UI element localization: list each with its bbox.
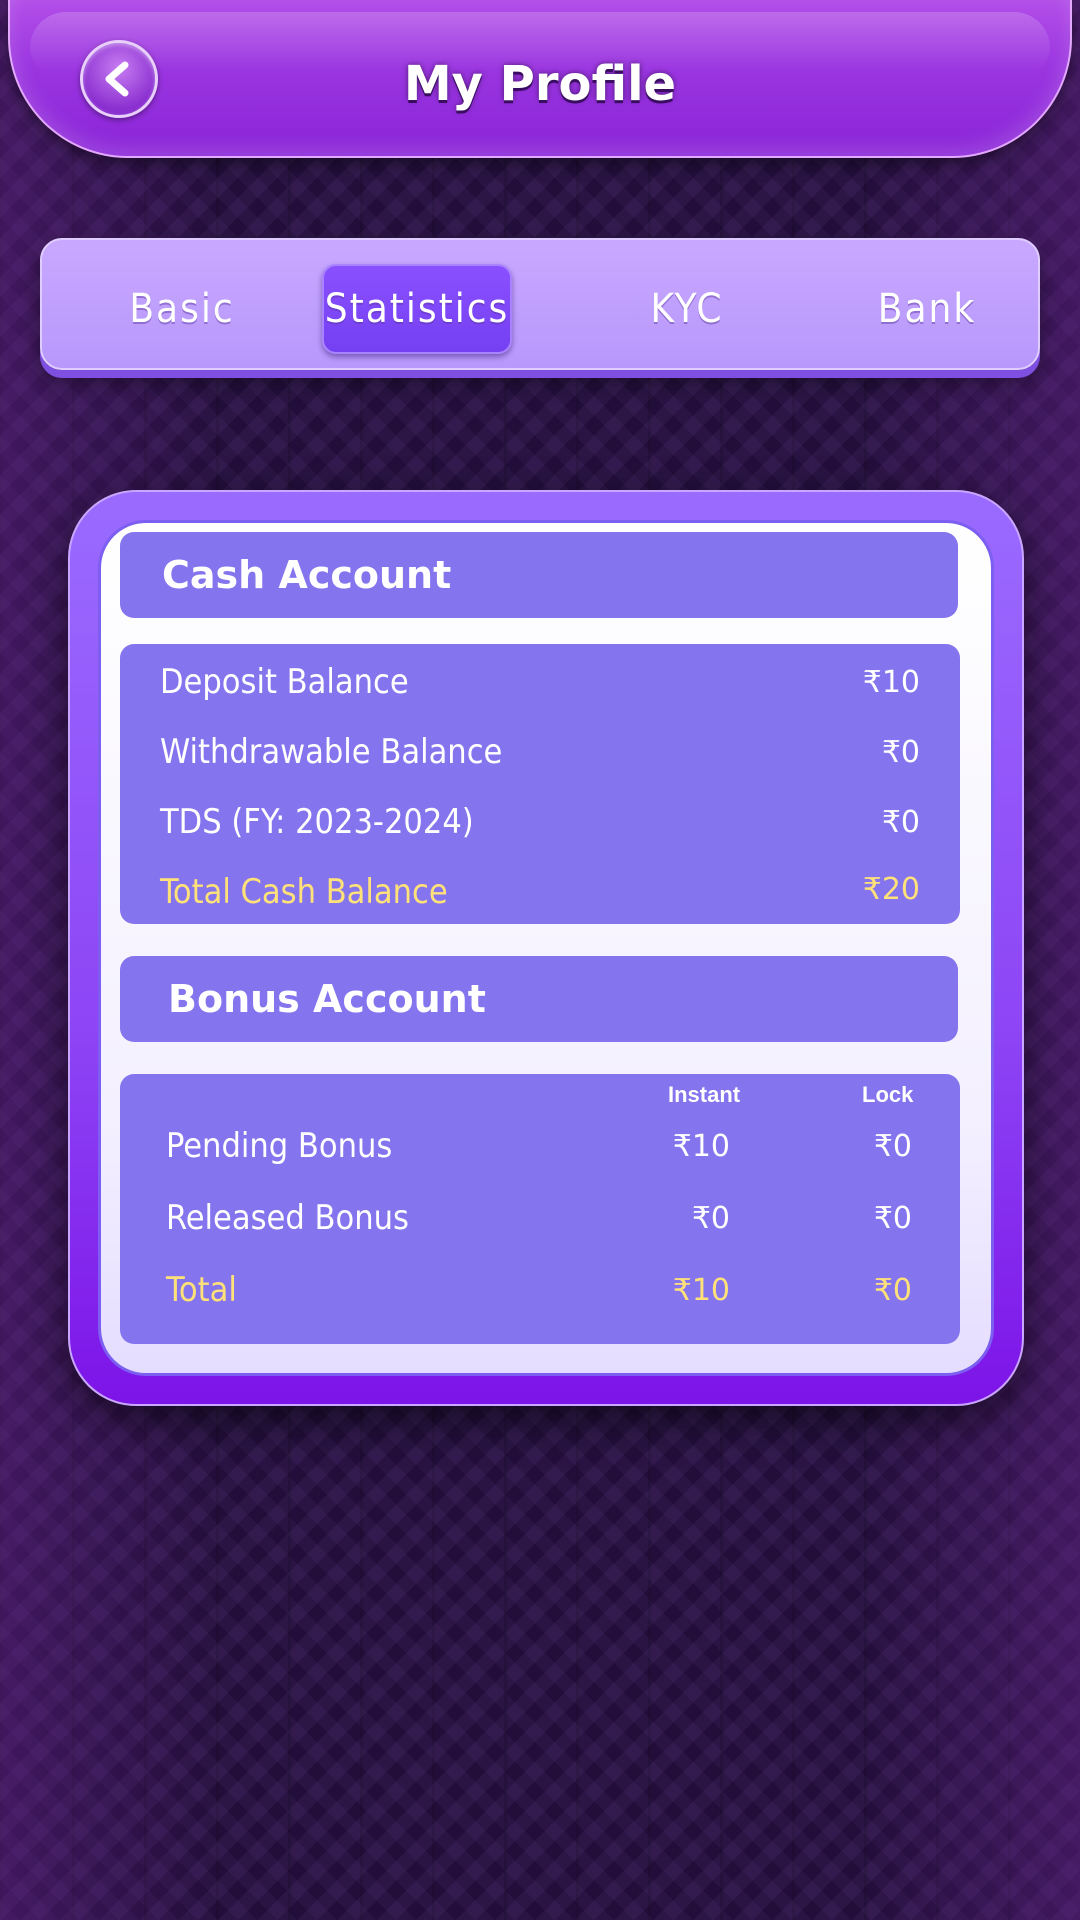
tab-bank[interactable]: Bank (832, 264, 1022, 354)
released-bonus-label: Released Bonus (166, 1198, 409, 1238)
tds-value: ₹0 (881, 804, 920, 840)
total-cash-balance-row: Total Cash Balance ₹20 (120, 862, 960, 922)
profile-tabs: Basic Statistics KYC Bank (40, 238, 1040, 370)
lock-column-header: Lock (862, 1082, 914, 1107)
withdrawable-balance-row: Withdrawable Balance ₹0 (120, 722, 960, 782)
deposit-balance-row: Deposit Balance ₹10 (120, 652, 960, 712)
bonus-total-lock: ₹0 (873, 1272, 912, 1308)
bonus-account-title: Bonus Account (168, 977, 486, 1021)
withdrawable-balance-label: Withdrawable Balance (160, 732, 503, 772)
header-bar: My Profile (8, 0, 1072, 158)
bonus-account-header: Bonus Account (120, 956, 958, 1042)
pending-bonus-lock: ₹0 (873, 1128, 912, 1164)
pending-bonus-instant: ₹10 (672, 1128, 730, 1164)
cash-account-body: Deposit Balance ₹10 Withdrawable Balance… (120, 644, 960, 924)
bonus-account-body: Instant Lock Pending Bonus ₹10 ₹0 Releas… (120, 1074, 960, 1344)
bonus-total-label: Total (166, 1270, 237, 1310)
cash-account-title: Cash Account (162, 553, 452, 597)
bonus-total-row: Total ₹10 ₹0 (120, 1260, 960, 1320)
released-bonus-instant: ₹0 (691, 1200, 730, 1236)
released-bonus-lock: ₹0 (873, 1200, 912, 1236)
instant-column-header: Instant (668, 1082, 741, 1107)
tab-statistics[interactable]: Statistics (322, 264, 512, 354)
total-cash-balance-value: ₹20 (862, 872, 920, 907)
tab-basic[interactable]: Basic (82, 264, 282, 354)
tab-kyc[interactable]: KYC (592, 264, 782, 354)
tds-row: TDS (FY: 2023-2024) ₹0 (120, 792, 960, 852)
withdrawable-balance-value: ₹0 (881, 734, 920, 770)
pending-bonus-row: Pending Bonus ₹10 ₹0 (120, 1116, 960, 1176)
cash-account-header: Cash Account (120, 532, 958, 618)
deposit-balance-label: Deposit Balance (160, 662, 409, 702)
bonus-total-instant: ₹10 (672, 1272, 730, 1308)
released-bonus-row: Released Bonus ₹0 ₹0 (120, 1188, 960, 1248)
deposit-balance-value: ₹10 (862, 664, 920, 700)
page-title: My Profile (403, 56, 677, 112)
total-cash-balance-label: Total Cash Balance (160, 872, 448, 912)
pending-bonus-label: Pending Bonus (166, 1126, 393, 1166)
tds-label: TDS (FY: 2023-2024) (160, 802, 474, 842)
